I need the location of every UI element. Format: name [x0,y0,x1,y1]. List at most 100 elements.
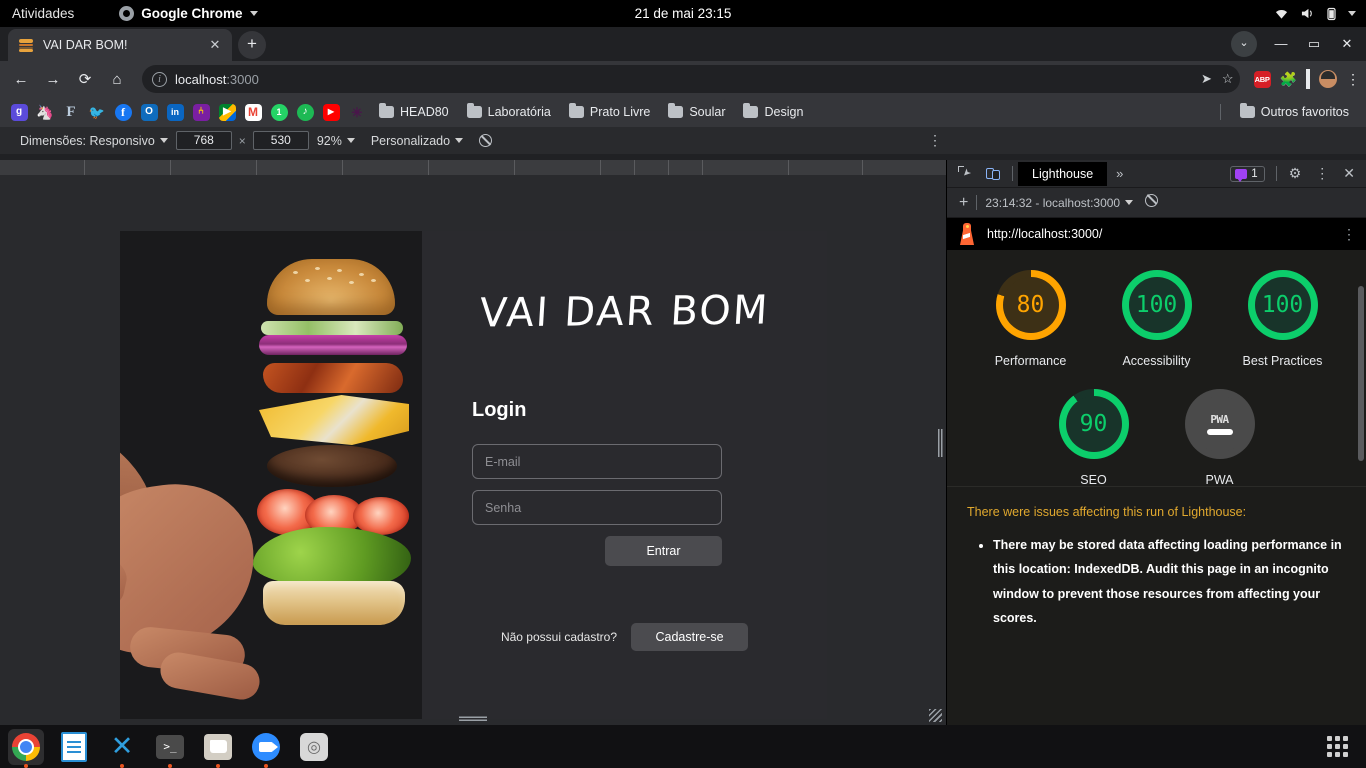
address-bar[interactable]: i localhost:3000 ➤ ☆ [142,65,1240,93]
tab-lighthouse[interactable]: Lighthouse [1018,161,1108,186]
viewport-width-resize-handle[interactable] [928,160,946,725]
burger-tomato [257,487,409,535]
bookmark-folder-label: Prato Livre [589,105,651,119]
burger-bacon [263,363,403,393]
bookmark-star-icon[interactable]: ☆ [1222,71,1234,87]
home-button[interactable]: ⌂ [102,64,132,94]
devtools-close-icon[interactable]: ✕ [1336,165,1362,182]
bookmark-icon-whatsapp[interactable]: 1 [266,100,292,124]
maximize-button[interactable]: ▭ [1299,31,1329,57]
device-dimensions-select[interactable]: Dimensões: Responsivo [12,134,176,148]
devtools-scrollbar[interactable] [1358,286,1364,461]
device-zoom-select[interactable]: 92% [309,134,363,148]
gauge-best-practices[interactable]: 100 Best Practices [1231,270,1335,371]
login-submit-button[interactable]: Entrar [605,536,722,566]
dock-item-writer[interactable] [56,729,92,765]
password-field[interactable] [472,490,722,525]
bookmark-icon-g[interactable]: g [6,100,32,124]
gauge-accessibility[interactable]: 100 Accessibility [1105,270,1209,371]
bookmark-icon-f[interactable]: F [58,100,84,124]
device-width-input[interactable]: 768 [175,131,232,150]
tab-vai-dar-bom[interactable]: VAI DAR BOM! ✕ [8,29,232,61]
system-tray[interactable] [1274,7,1356,21]
gauge-score: 100 [1254,277,1311,333]
device-height-input[interactable]: 530 [252,131,309,150]
lighthouse-clear-icon[interactable] [1145,193,1159,212]
activities-button[interactable]: Atividades [12,6,74,21]
devtools-tabbar: Lighthouse » 1 ⚙ ⋮ ✕ [947,160,1366,188]
bookmark-icon-slack[interactable]: ✳ [344,100,370,124]
dock-item-vscode[interactable]: ✕ [104,729,140,768]
devtools-kebab-icon[interactable]: ⋮ [1308,165,1336,182]
show-applications-icon[interactable] [1327,736,1348,757]
sidepanel-square-icon[interactable] [1306,69,1310,89]
share-icon[interactable]: ➤ [1201,71,1212,87]
gauge-seo[interactable]: 90 SEO [1042,389,1146,490]
gauge-performance[interactable]: 80 Performance [979,270,1083,371]
bookmark-folder-label: Design [764,105,804,119]
bookmark-icon-outlook[interactable]: O [136,100,162,124]
bookmark-icon-youtube[interactable]: ▶ [318,100,344,124]
hero-image [120,231,422,719]
issues-bubble-icon [1235,168,1248,182]
desktop-screen: Atividades Google Chrome 21 de mai 23:15 [0,0,1366,768]
minimize-button[interactable]: — [1266,31,1296,57]
dock-item-settings[interactable]: ◎ [296,729,332,765]
device-toolbar-kebab-icon[interactable]: ⋮ [928,132,942,149]
gauge-label: Accessibility [1122,354,1191,368]
device-throttling-select[interactable]: Personalizado [363,134,471,148]
bookmark-icon-meet[interactable]: ▶ [214,100,240,124]
toggle-device-toolbar-icon[interactable] [979,161,1007,187]
folder-icon [466,103,482,118]
dock-item-chrome[interactable] [8,728,44,768]
bookmark-folder-design[interactable]: Design [734,100,812,124]
bookmark-folder-laboratoria[interactable]: Laboratória [458,100,560,124]
folder-icon [668,103,684,118]
bookmark-icon-linkedin[interactable]: in [162,100,188,124]
profile-avatar[interactable] [1319,70,1337,88]
clock[interactable]: 21 de mai 23:15 [635,6,732,21]
gauge-pwa[interactable]: PWA PWA [1168,389,1272,490]
bookmark-icon-unicorn[interactable]: 🦄 [32,100,58,124]
video-camera-icon [252,732,280,761]
dock-item-zoom[interactable] [248,729,284,768]
email-field[interactable] [472,444,722,479]
viewport-height-resize-handle[interactable] [459,716,487,721]
inspect-element-icon[interactable] [951,161,979,187]
issues-badge[interactable]: 1 [1230,165,1265,182]
site-info-icon[interactable]: i [152,71,167,87]
bookmark-icon-analytics[interactable]: ⑃ [188,100,214,124]
lighthouse-run-select[interactable]: 23:14:32 - localhost:3000 [985,196,1134,210]
signup-button[interactable]: Cadastre-se [631,623,749,651]
active-app-menu[interactable]: Google Chrome [119,6,258,21]
bookmark-folder-soular[interactable]: Soular [659,100,734,124]
forward-button[interactable]: → [38,64,68,94]
dock-item-terminal[interactable]: >_ [152,729,188,768]
viewport-ruler [0,160,946,175]
bookmark-icon-spotify[interactable]: ♪ [292,100,318,124]
bookmark-folder-prato-livre[interactable]: Prato Livre [560,100,659,124]
tab-close-icon[interactable]: ✕ [206,37,224,53]
more-tabs-icon[interactable]: » [1107,166,1132,181]
bookmark-folder-outros-favoritos[interactable]: Outros favoritos [1231,100,1358,124]
back-button[interactable]: ← [6,64,36,94]
reload-button[interactable]: ⟳ [70,64,100,94]
bookmark-icon-facebook[interactable]: f [110,100,136,124]
bookmark-icon-gmail[interactable]: M [240,100,266,124]
device-no-throttling-icon[interactable] [471,134,500,147]
device-viewport: VAI DAR BOM Login Entrar Não possui cada… [0,160,946,725]
close-window-button[interactable]: ✕ [1332,31,1362,57]
dock-item-files[interactable] [200,729,236,768]
devtools-settings-gear-icon[interactable]: ⚙ [1282,165,1309,182]
extensions-puzzle-icon[interactable]: 🧩 [1280,71,1297,88]
lighthouse-report-kebab-icon[interactable]: ⋮ [1342,226,1356,243]
new-tab-button[interactable]: + [238,31,266,59]
tab-search-chevron-icon[interactable]: ⌄ [1231,31,1257,57]
bookmark-folder-head80[interactable]: HEAD80 [370,100,458,124]
chevron-down-icon [249,11,258,16]
chrome-menu-kebab-icon[interactable]: ⋮ [1346,71,1360,88]
adblock-plus-icon[interactable]: ABP [1253,70,1271,88]
new-lighthouse-run-button[interactable]: + [955,194,976,212]
viewport-corner-resize-handle[interactable] [929,709,942,722]
bookmark-icon-twitter[interactable]: 🐦 [84,100,110,124]
